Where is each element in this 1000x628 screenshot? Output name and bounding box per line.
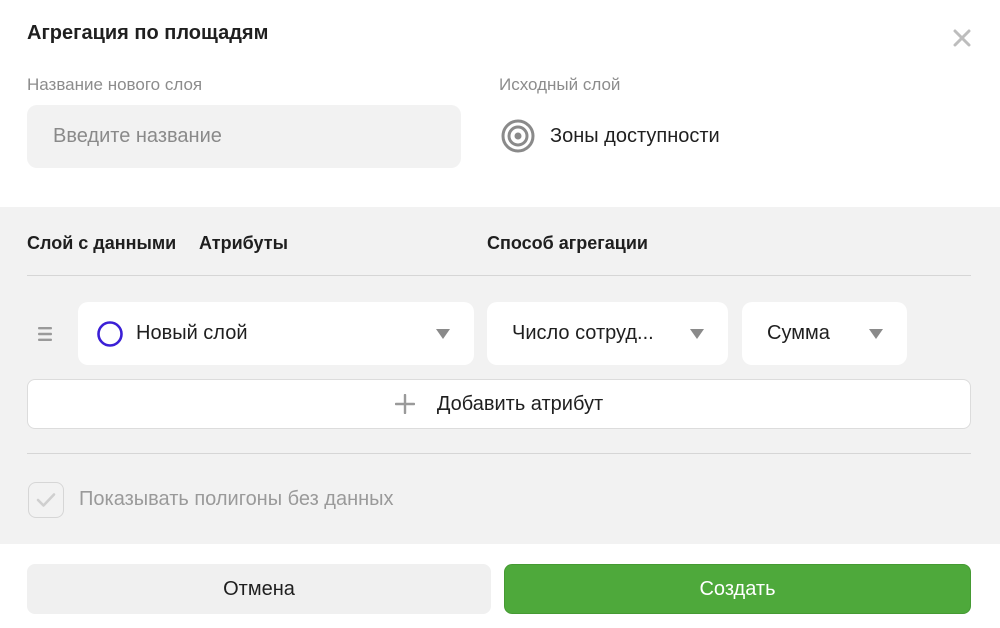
show-empty-polygons-label: Показывать полигоны без данных [79, 488, 394, 510]
close-button[interactable] [948, 24, 976, 52]
header-divider [27, 275, 971, 276]
drag-handle-icon[interactable] [38, 326, 52, 342]
close-icon [953, 29, 971, 47]
add-attribute-label: Добавить атрибут [436, 392, 604, 415]
checkmark-icon [36, 493, 56, 507]
column-header-aggregation: Способ агрегации [487, 233, 648, 253]
column-header-attributes: Атрибуты [199, 233, 288, 253]
layer-circle-icon [97, 320, 123, 347]
aggregation-method-select-value: Сумма [767, 322, 830, 344]
dialog-title: Агрегация по площадям [27, 22, 269, 44]
source-layer-label: Исходный слой [499, 75, 621, 94]
show-empty-polygons-checkbox[interactable] [28, 482, 64, 518]
new-layer-name-input[interactable] [27, 105, 461, 168]
chevron-down-icon [869, 329, 883, 339]
chevron-down-icon [436, 329, 450, 339]
target-icon [501, 119, 535, 153]
add-attribute-button[interactable]: Добавить атрибут [27, 379, 971, 429]
create-button[interactable]: Создать [504, 564, 971, 614]
chevron-down-icon [690, 329, 704, 339]
column-header-data-layer: Слой с данными [27, 233, 177, 253]
new-layer-name-label: Название нового слоя [27, 75, 203, 94]
aggregation-dialog: Агрегация по площадям Название нового сл… [0, 0, 1000, 628]
section-divider [27, 453, 971, 454]
data-layer-select-value: Новый слой [136, 322, 248, 344]
cancel-button[interactable]: Отмена [27, 564, 491, 614]
plus-icon [394, 394, 415, 414]
aggregation-method-select[interactable]: Сумма [742, 302, 907, 365]
source-layer-value: Зоны доступности [500, 118, 720, 154]
attribute-select[interactable]: Число сотруд... [487, 302, 728, 365]
data-layer-select[interactable]: Новый слой [78, 302, 474, 365]
source-layer-name: Зоны доступности [550, 124, 720, 147]
attribute-select-value: Число сотруд... [512, 322, 654, 344]
